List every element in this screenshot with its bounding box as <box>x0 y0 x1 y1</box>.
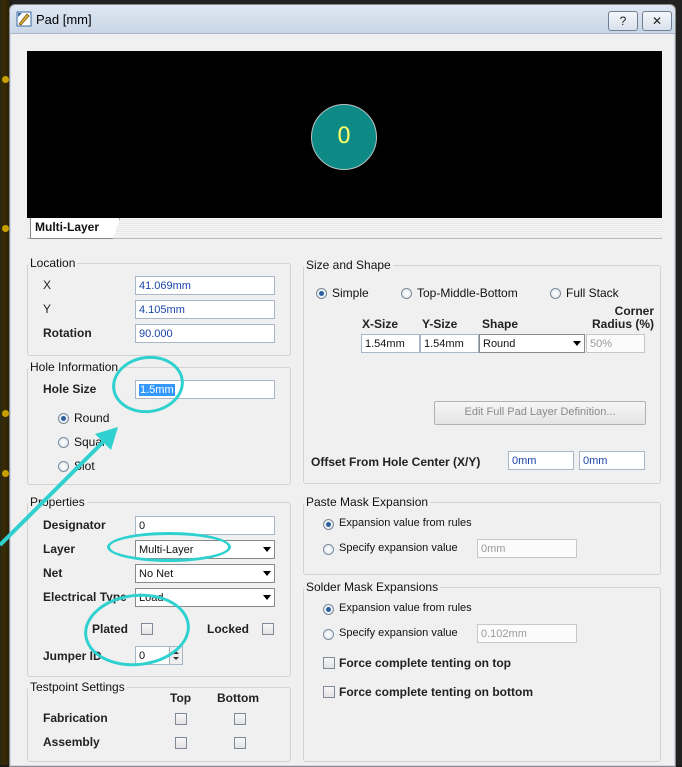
assembly-label: Assembly <box>43 735 100 749</box>
location-legend: Location <box>30 256 76 270</box>
hole-round-label[interactable]: Round <box>74 411 109 425</box>
chevron-down-icon <box>263 595 271 600</box>
xsize-header: X-Size <box>362 317 399 331</box>
pcb-pin <box>2 225 9 232</box>
pad-app-icon <box>16 11 32 27</box>
assembly-bottom-checkbox[interactable] <box>234 737 246 749</box>
layer-label: Layer <box>43 542 76 556</box>
tent-bottom-label[interactable]: Force complete tenting on bottom <box>339 685 533 699</box>
x-field[interactable]: 41.069mm <box>135 276 275 295</box>
hole-square-label[interactable]: Square <box>74 435 113 449</box>
chevron-down-icon <box>263 547 271 552</box>
tent-top-label[interactable]: Force complete tenting on top <box>339 656 511 670</box>
size-shape-legend: Size and Shape <box>306 258 391 272</box>
assembly-top-checkbox[interactable] <box>175 737 187 749</box>
pad-designator-label: 0 <box>337 124 351 149</box>
testpoint-top-header: Top <box>170 691 192 705</box>
solder-specify-radio[interactable] <box>323 629 334 640</box>
fabrication-bottom-checkbox[interactable] <box>234 713 246 725</box>
hole-size-label: Hole Size <box>43 382 97 396</box>
tab-multi-layer[interactable]: Multi-Layer <box>30 218 120 239</box>
paste-mask-legend: Paste Mask Expansion <box>306 495 429 509</box>
shape-simple-label[interactable]: Simple <box>332 286 369 300</box>
ysize-field[interactable]: 1.54mm <box>420 334 479 353</box>
pcb-pin <box>2 410 9 417</box>
paste-rules-label[interactable]: Expansion value from rules <box>339 517 472 529</box>
y-label: Y <box>43 302 52 316</box>
pad-preview: 0 <box>27 51 662 218</box>
edit-full-pad-layer-button[interactable]: Edit Full Pad Layer Definition... <box>434 401 646 425</box>
shape-tmb-radio[interactable] <box>401 288 412 299</box>
pcb-pin <box>2 470 9 477</box>
offset-y-field[interactable]: 0mm <box>579 451 645 470</box>
pcb-pin <box>2 76 9 83</box>
ysize-header: Y-Size <box>422 317 458 331</box>
highlight-ellipse-layer <box>107 532 231 562</box>
paste-mask-group: Paste Mask Expansion <box>303 495 661 575</box>
net-select[interactable]: No Net <box>135 564 275 583</box>
corner-radius-field[interactable]: 50% <box>586 334 645 353</box>
rotation-field[interactable]: 90.000 <box>135 324 275 343</box>
shape-tmb-label[interactable]: Top-Middle-Bottom <box>417 286 518 300</box>
x-label: X <box>43 278 52 292</box>
solder-value-field[interactable]: 0.102mm <box>477 624 577 643</box>
rotation-label: Rotation <box>43 326 92 340</box>
fabrication-top-checkbox[interactable] <box>175 713 187 725</box>
layer-tab-strip: Multi-Layer <box>27 218 662 239</box>
chevron-down-icon <box>573 341 581 346</box>
offset-x-field[interactable]: 0mm <box>508 451 574 470</box>
locked-checkbox[interactable] <box>262 623 274 635</box>
shape-select[interactable]: Round <box>479 334 585 353</box>
paste-rules-radio[interactable] <box>323 519 334 530</box>
window-title: Pad [mm] <box>36 12 92 27</box>
tent-bottom-checkbox[interactable] <box>323 686 335 698</box>
solder-rules-radio[interactable] <box>323 604 334 615</box>
shape-fullstack-label[interactable]: Full Stack <box>566 286 619 300</box>
hole-round-radio[interactable] <box>58 413 69 424</box>
y-field[interactable]: 4.105mm <box>135 300 275 319</box>
net-select-value: No Net <box>139 568 174 580</box>
fabrication-label: Fabrication <box>43 711 108 725</box>
tent-top-checkbox[interactable] <box>323 657 335 669</box>
hole-information-legend: Hole Information <box>30 360 119 374</box>
hole-slot-label[interactable]: Slot <box>74 459 95 473</box>
help-button[interactable]: ? <box>608 11 638 31</box>
shape-header: Shape <box>482 317 519 331</box>
designator-label: Designator <box>43 518 106 532</box>
testpoint-bottom-header: Bottom <box>217 691 259 705</box>
title-bar[interactable]: Pad [mm] ? ✕ <box>10 5 675 34</box>
hole-square-radio[interactable] <box>58 437 69 448</box>
shape-simple-radio[interactable] <box>316 288 327 299</box>
shape-select-value: Round <box>483 338 516 350</box>
offset-label: Offset From Hole Center (X/Y) <box>311 455 481 469</box>
solder-rules-label[interactable]: Expansion value from rules <box>339 602 472 614</box>
locked-label: Locked <box>207 622 250 636</box>
paste-value-field[interactable]: 0mm <box>477 539 577 558</box>
paste-specify-label[interactable]: Specify expansion value <box>339 542 458 554</box>
net-label: Net <box>43 566 63 580</box>
solder-mask-legend: Solder Mask Expansions <box>306 580 439 594</box>
solder-specify-label[interactable]: Specify expansion value <box>339 627 458 639</box>
corner-radius-header: Corner Radius (%) <box>591 304 654 331</box>
hole-slot-radio[interactable] <box>58 461 69 472</box>
testpoint-legend: Testpoint Settings <box>30 680 125 694</box>
xsize-field[interactable]: 1.54mm <box>361 334 420 353</box>
close-button[interactable]: ✕ <box>642 11 672 31</box>
pad-shape: 0 <box>311 104 377 170</box>
chevron-down-icon <box>263 571 271 576</box>
shape-fullstack-radio[interactable] <box>550 288 561 299</box>
properties-legend: Properties <box>30 495 85 509</box>
paste-specify-radio[interactable] <box>323 544 334 555</box>
